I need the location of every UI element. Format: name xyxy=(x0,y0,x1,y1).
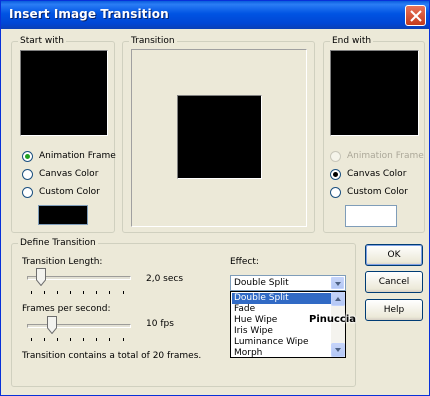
radio-label: Custom Color xyxy=(39,187,100,197)
radio-icon[interactable] xyxy=(22,186,33,198)
effect-option[interactable]: Double Split xyxy=(232,293,331,304)
close-button[interactable] xyxy=(405,5,426,26)
transition-length-thumb[interactable] xyxy=(36,268,46,286)
define-transition-legend: Define Transition xyxy=(18,237,98,249)
close-icon xyxy=(410,10,422,22)
effect-option[interactable]: Morph xyxy=(232,348,331,357)
radio-icon[interactable] xyxy=(330,186,341,198)
insert-image-transition-dialog: Insert Image Transition Start with Anima… xyxy=(0,0,430,396)
title-bar[interactable]: Insert Image Transition xyxy=(1,1,429,29)
scroll-up-icon[interactable] xyxy=(331,292,345,306)
fps-value: 10 fps xyxy=(146,319,174,329)
chevron-down-icon[interactable] xyxy=(331,277,344,289)
radio-icon[interactable] xyxy=(22,168,33,180)
effect-label: Effect: xyxy=(230,257,259,267)
start-radio-canvas-color[interactable]: Canvas Color xyxy=(22,167,98,181)
ok-button[interactable]: OK xyxy=(365,244,423,266)
radio-label: Custom Color xyxy=(347,187,408,197)
effect-option[interactable]: Luminance Wipe xyxy=(232,337,331,348)
radio-icon[interactable] xyxy=(330,168,341,180)
radio-icon xyxy=(330,150,341,162)
help-button[interactable]: Help xyxy=(365,299,423,321)
start-radio-custom-color[interactable]: Custom Color xyxy=(22,185,100,199)
radio-label: Animation Frame xyxy=(39,151,116,161)
start-custom-color-swatch[interactable] xyxy=(38,205,88,225)
transition-length-ticks xyxy=(27,291,131,294)
start-preview xyxy=(20,50,108,136)
start-radio-animation-frame[interactable]: Animation Frame xyxy=(22,149,116,163)
radio-label: Animation Frame xyxy=(347,151,424,161)
effect-dropdown[interactable]: Double Split xyxy=(230,275,346,291)
window-title: Insert Image Transition xyxy=(9,7,169,21)
fps-track[interactable] xyxy=(27,324,131,328)
radio-icon[interactable] xyxy=(22,150,33,162)
fps-ticks xyxy=(27,338,131,341)
start-with-legend: Start with xyxy=(18,35,66,47)
end-radio-custom-color[interactable]: Custom Color xyxy=(330,185,408,199)
end-with-legend: End with xyxy=(330,35,374,47)
transition-length-label: Transition Length: xyxy=(22,257,103,267)
effect-option[interactable]: Iris Wipe xyxy=(232,326,331,337)
end-preview xyxy=(330,50,419,136)
radio-label: Canvas Color xyxy=(39,169,99,179)
watermark-text: Pinuccia xyxy=(309,314,357,325)
end-custom-color-swatch[interactable] xyxy=(345,205,397,227)
fps-thumb[interactable] xyxy=(47,316,57,334)
cancel-button[interactable]: Cancel xyxy=(365,271,423,293)
end-radio-canvas-color[interactable]: Canvas Color xyxy=(330,167,406,181)
scroll-down-icon[interactable] xyxy=(331,343,345,357)
transition-preview xyxy=(177,95,262,179)
transition-length-value: 2,0 secs xyxy=(146,274,184,284)
frames-per-second-label: Frames per second: xyxy=(22,304,111,314)
frames-summary: Transition contains a total of 20 frames… xyxy=(22,351,202,361)
effect-dropdown-value: Double Split xyxy=(234,278,289,288)
transition-legend: Transition xyxy=(129,35,177,47)
radio-label: Canvas Color xyxy=(347,169,407,179)
end-radio-animation-frame: Animation Frame xyxy=(330,149,424,163)
